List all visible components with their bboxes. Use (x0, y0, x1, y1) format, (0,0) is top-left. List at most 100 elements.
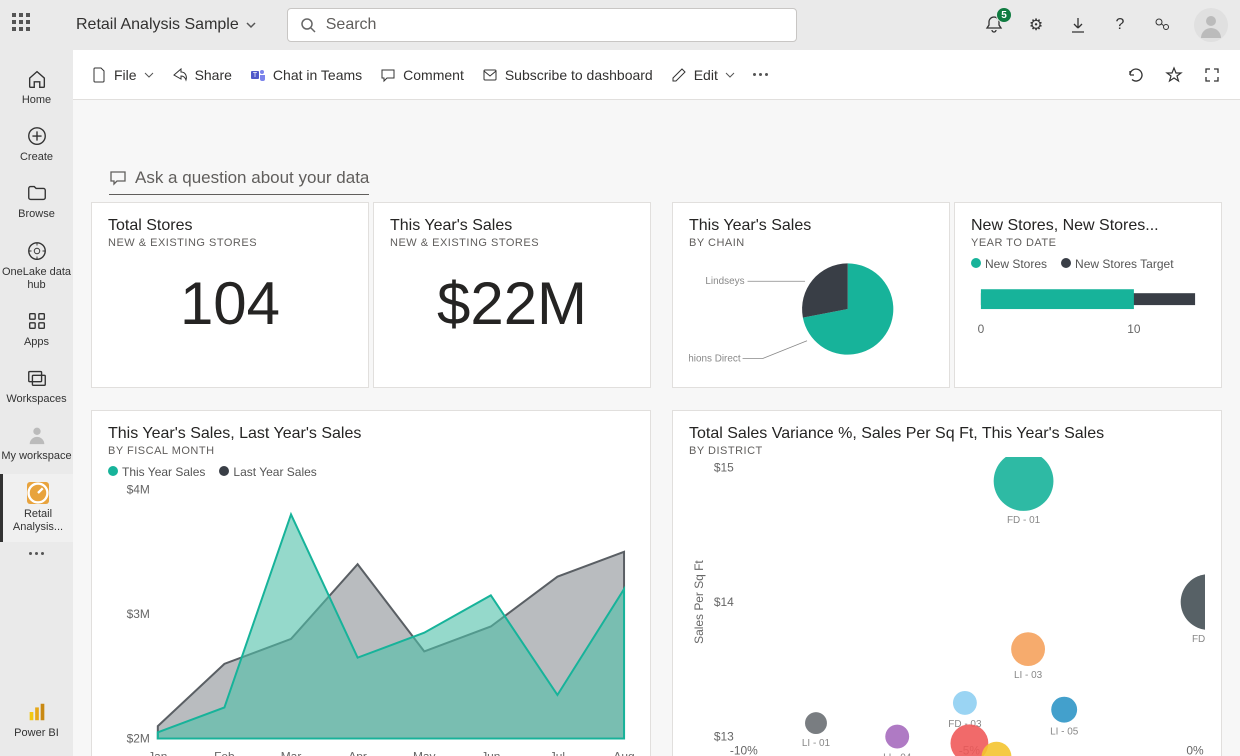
file-icon (91, 67, 107, 83)
breadcrumb[interactable]: Retail Analysis Sample (76, 16, 257, 34)
rail-label: Power BI (14, 727, 59, 740)
rail-retail-analysis[interactable]: Retail Analysis... (0, 474, 73, 542)
svg-text:LI - 01: LI - 01 (802, 738, 831, 749)
subscribe-icon (482, 67, 498, 83)
apps-icon (26, 310, 48, 332)
tile-sales-by-month[interactable]: This Year's Sales, Last Year's Sales BY … (91, 410, 651, 756)
edit-icon (671, 67, 687, 83)
bubble-chart: $13$14$15Sales Per Sq Ft-10%-5%0%Total S… (689, 457, 1205, 756)
qna-input[interactable]: Ask a question about your data (109, 168, 369, 195)
tile-this-year-sales-value[interactable]: This Year's Sales NEW & EXISTING STORES … (373, 202, 651, 388)
rail-label: Browse (18, 208, 55, 221)
plus-circle-icon (26, 125, 48, 147)
fullscreen-icon[interactable] (1202, 65, 1222, 85)
rail-browse[interactable]: Browse (0, 174, 73, 229)
file-menu[interactable]: File (91, 67, 154, 83)
svg-text:$15: $15 (714, 461, 734, 475)
rail-my-workspace[interactable]: My workspace (0, 416, 73, 471)
toolbar: File Share T Chat in Teams Comment Subsc… (73, 50, 1240, 100)
rail-create[interactable]: Create (0, 117, 73, 172)
app-launcher-icon[interactable] (12, 13, 36, 37)
svg-text:Jul: Jul (550, 749, 565, 756)
svg-text:$4M: $4M (127, 482, 150, 496)
search-icon (300, 17, 316, 33)
svg-text:Aug: Aug (613, 749, 634, 756)
chat-teams-button[interactable]: T Chat in Teams (250, 67, 362, 83)
rail-onelake[interactable]: OneLake data hub (0, 232, 73, 300)
toolbar-more[interactable] (753, 73, 768, 76)
tile-title: This Year's Sales (689, 217, 933, 235)
svg-text:Feb: Feb (214, 749, 235, 756)
tile-title: Total Sales Variance %, Sales Per Sq Ft,… (689, 425, 1205, 443)
svg-text:$14: $14 (714, 595, 734, 609)
svg-text:Lindseys: Lindseys (705, 276, 744, 287)
tile-subtitle: NEW & EXISTING STORES (108, 237, 352, 249)
share-icon (172, 67, 188, 83)
notifications-icon[interactable]: 5 (984, 15, 1004, 35)
rail-home[interactable]: Home (0, 60, 73, 115)
svg-text:0: 0 (978, 322, 985, 336)
comment-icon (109, 169, 127, 187)
rail-label: Apps (24, 336, 49, 349)
toolbar-label: Comment (403, 67, 464, 83)
legend-label: Last Year Sales (233, 465, 316, 479)
rail-powerbi[interactable]: Power BI (0, 693, 73, 748)
search-input[interactable]: Search (287, 8, 797, 42)
tile-new-stores[interactable]: New Stores, New Stores... YEAR TO DATE N… (954, 202, 1222, 388)
tile-variance-scatter[interactable]: Total Sales Variance %, Sales Per Sq Ft,… (672, 410, 1222, 756)
refresh-icon[interactable] (1126, 65, 1146, 85)
favorite-icon[interactable] (1164, 65, 1184, 85)
ellipsis-icon (29, 552, 44, 555)
rail-label: Retail Analysis... (3, 508, 73, 534)
rail-label: Create (20, 151, 53, 164)
chevron-down-icon (725, 70, 735, 80)
help-icon[interactable]: ? (1110, 15, 1130, 35)
rail-label: Home (22, 94, 51, 107)
avatar[interactable] (1194, 8, 1228, 42)
svg-text:10: 10 (1127, 322, 1141, 336)
edit-button[interactable]: Edit (671, 67, 735, 83)
dashboard-icon (27, 482, 49, 504)
svg-text:0%: 0% (1186, 743, 1204, 756)
rail-label: My workspace (1, 450, 71, 463)
metric-value: $22M (390, 269, 634, 338)
person-icon (26, 424, 48, 446)
svg-text:Jan: Jan (148, 749, 167, 756)
svg-text:$3M: $3M (127, 607, 150, 621)
tile-total-stores[interactable]: Total Stores NEW & EXISTING STORES 104 (91, 202, 369, 388)
legend-label: New Stores Target (1075, 257, 1174, 271)
share-button[interactable]: Share (172, 67, 232, 83)
donut-chart: Lindseys Fashions Direct (689, 249, 933, 379)
settings-icon[interactable]: ⚙ (1026, 15, 1046, 35)
tile-subtitle: NEW & EXISTING STORES (390, 237, 634, 249)
tile-sales-by-chain[interactable]: This Year's Sales BY CHAIN LindseysFashi… (672, 202, 950, 388)
bullet-chart: 0 10 (971, 271, 1205, 361)
tile-subtitle: YEAR TO DATE (971, 237, 1205, 249)
svg-text:-10%: -10% (730, 743, 758, 756)
qna-placeholder: Ask a question about your data (135, 168, 369, 188)
svg-text:T: T (253, 72, 258, 79)
rail-workspaces[interactable]: Workspaces (0, 359, 73, 414)
ellipsis-icon (753, 73, 768, 76)
tile-subtitle: BY DISTRICT (689, 445, 1205, 457)
download-icon[interactable] (1068, 15, 1088, 35)
powerbi-icon (26, 701, 48, 723)
global-header: Retail Analysis Sample Search 5 ⚙ ? (0, 0, 1240, 50)
svg-text:LI - 03: LI - 03 (1014, 670, 1043, 681)
svg-text:Fashions Direct: Fashions Direct (689, 354, 741, 365)
metric-value: 104 (108, 269, 352, 338)
svg-text:LI - 05: LI - 05 (1050, 727, 1079, 738)
svg-text:$2M: $2M (127, 732, 150, 746)
svg-text:Sales Per Sq Ft: Sales Per Sq Ft (692, 560, 706, 644)
toolbar-label: File (114, 67, 137, 83)
chevron-down-icon (144, 70, 154, 80)
rail-label: OneLake data hub (0, 266, 73, 292)
subscribe-button[interactable]: Subscribe to dashboard (482, 67, 653, 83)
feedback-icon[interactable] (1152, 15, 1172, 35)
rail-more[interactable] (0, 544, 73, 563)
dashboard-canvas: Ask a question about your data Total Sto… (73, 152, 1240, 756)
rail-apps[interactable]: Apps (0, 302, 73, 357)
svg-text:Jun: Jun (481, 749, 500, 756)
comment-button[interactable]: Comment (380, 67, 464, 83)
tile-title: This Year's Sales (390, 217, 634, 235)
